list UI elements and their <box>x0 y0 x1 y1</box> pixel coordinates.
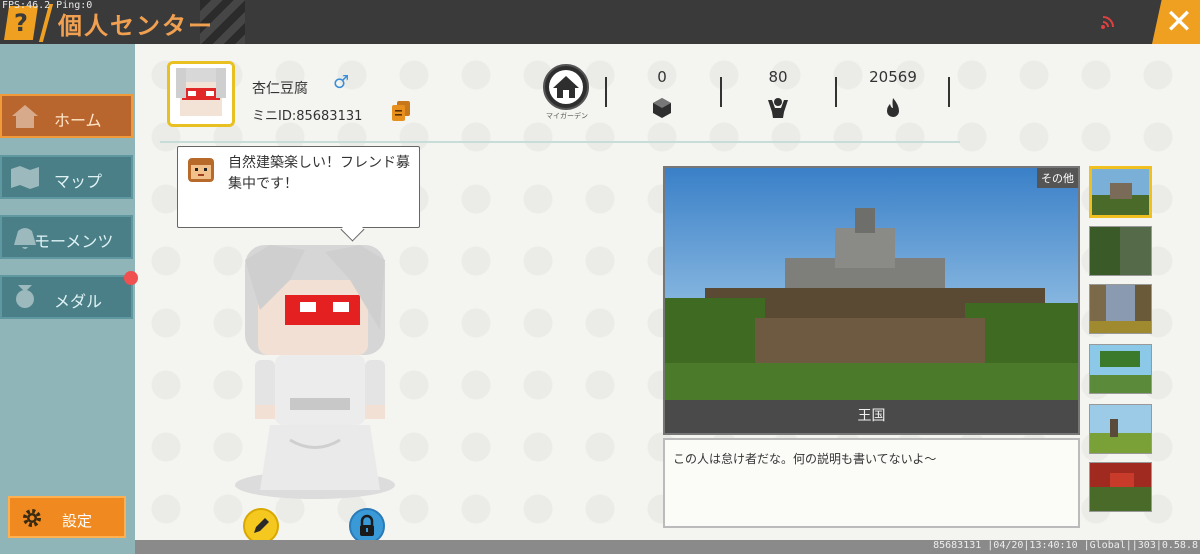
thumbnail-image <box>1090 345 1151 393</box>
session-info: 85683131 |04/20|13:40:10 |Global||303|0.… <box>933 540 1198 551</box>
sidebar-item-label: モーメンツ <box>34 232 114 251</box>
status-bar: 85683131 |04/20|13:40:10 |Global||303|0.… <box>135 540 1200 554</box>
stat-divider <box>605 77 607 107</box>
lock-icon <box>360 514 374 536</box>
stat-divider <box>720 77 722 107</box>
edit-button[interactable] <box>243 508 279 544</box>
gear-icon <box>23 509 41 527</box>
close-icon: ✕ <box>1164 2 1194 42</box>
house-icon <box>549 70 583 104</box>
sidebar-item-label: ホーム <box>54 111 102 130</box>
map-thumbnail[interactable] <box>1089 166 1152 218</box>
thumbnail-image <box>1092 169 1149 215</box>
thumbnail-image <box>1090 463 1151 511</box>
sidebar-item-home[interactable]: ホーム <box>0 94 133 138</box>
stat-divider <box>835 77 837 107</box>
my-garden-label: マイガーデン <box>546 112 588 120</box>
stat-blocks-value: 0 <box>657 68 667 86</box>
block-icon <box>653 98 671 118</box>
map-thumbnail[interactable] <box>1089 226 1152 276</box>
settings-button[interactable]: 設定 <box>8 496 126 538</box>
map-thumbnail[interactable] <box>1089 344 1152 394</box>
map-description: この人は怠け者だな。何の説明も書いてないよ〜 <box>673 452 937 466</box>
thumbnail-image <box>1090 285 1151 333</box>
map-thumbnail[interactable] <box>1089 404 1152 454</box>
status-text: 自然建築楽しい！フレンド募集中です！ <box>228 155 410 192</box>
page-title: 個人センター <box>58 12 214 40</box>
stat-fans-value: 80 <box>768 68 788 86</box>
copy-icon[interactable] <box>392 101 410 121</box>
avatar[interactable] <box>167 61 235 127</box>
fans-icon <box>768 98 788 118</box>
stat-divider <box>948 77 950 107</box>
map-name: 王国 <box>665 400 1078 433</box>
map-screenshot-image <box>665 168 1078 400</box>
close-button[interactable]: ✕ <box>1152 0 1200 44</box>
notification-dot <box>124 271 138 285</box>
lock-button[interactable] <box>349 508 385 544</box>
map-icon <box>11 166 39 189</box>
header-divider <box>160 141 960 143</box>
thumbnail-image <box>1090 227 1151 275</box>
home-icon <box>12 105 38 128</box>
medal-icon <box>16 285 34 308</box>
fire-icon <box>887 98 899 117</box>
thumbnail-image <box>1090 405 1151 453</box>
status-bubble[interactable]: 自然建築楽しい！フレンド募集中です！ <box>177 146 420 228</box>
settings-label: 設定 <box>62 512 93 530</box>
map-description-box: この人は怠け者だな。何の説明も書いてないよ〜 <box>663 438 1080 528</box>
map-thumbnail[interactable] <box>1089 284 1152 334</box>
sidebar-item-medal[interactable]: メダル <box>0 275 133 319</box>
signal-icon <box>1101 16 1114 29</box>
sidebar-item-label: メダル <box>54 292 103 311</box>
my-garden-button[interactable] <box>543 64 589 110</box>
male-icon: ♂ <box>333 72 350 93</box>
stat-popularity-value: 20569 <box>869 68 917 86</box>
map-preview[interactable]: その他 王国 <box>663 166 1080 435</box>
player-id: ミニID:85683131 <box>252 109 363 124</box>
player-character[interactable] <box>230 240 400 500</box>
map-category-tag: その他 <box>1037 168 1078 188</box>
map-thumbnail[interactable] <box>1089 462 1152 512</box>
top-bar: ? 個人センター ✕ <box>0 0 1200 44</box>
sidebar-item-label: マップ <box>54 172 103 191</box>
avatar-face-icon <box>170 64 232 124</box>
help-button[interactable]: ? <box>4 6 38 40</box>
fps-readout: FPS:46.2 Ping:0 <box>2 0 93 11</box>
help-icon: ? <box>14 9 28 37</box>
sidebar-item-moments[interactable]: モーメンツ <box>0 215 133 259</box>
sidebar-item-map[interactable]: マップ <box>0 155 133 199</box>
bear-icon <box>188 158 214 182</box>
player-name: 杏仁豆腐 <box>252 81 308 97</box>
pencil-icon <box>254 518 269 533</box>
